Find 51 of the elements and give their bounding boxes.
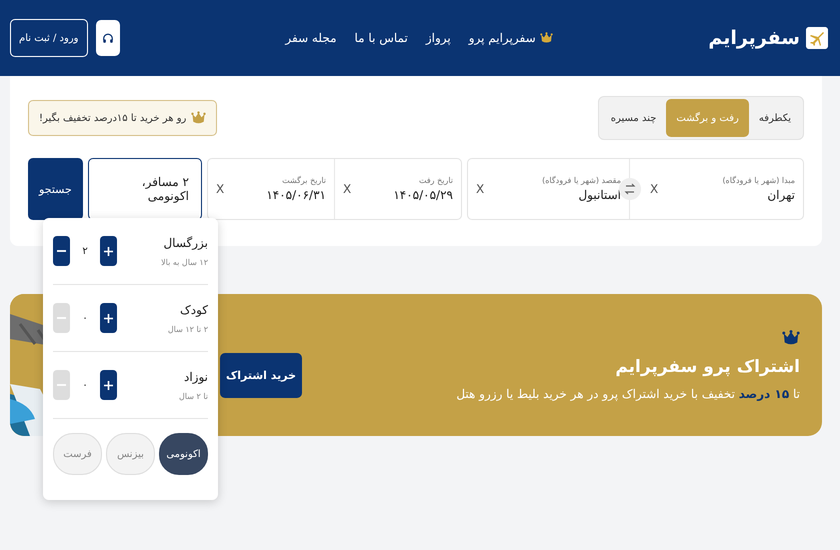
crown-icon [540, 32, 553, 44]
minus-button[interactable] [53, 236, 70, 266]
clear-button[interactable]: X [216, 182, 224, 196]
support-button[interactable] [96, 20, 120, 56]
field-label: تاریخ رفت [418, 176, 453, 185]
search-button[interactable]: جستجو [28, 158, 83, 220]
plus-button[interactable] [100, 303, 117, 333]
plus-icon [104, 380, 113, 390]
discount-text: رو هر خرید تا ۱۵درصد تخفیف بگیر! [39, 112, 186, 124]
plus-button[interactable] [100, 236, 117, 266]
plus-icon [104, 314, 113, 322]
trip-type-tab[interactable]: چند مسیره [600, 99, 666, 137]
minus-icon [57, 250, 66, 252]
origin-field[interactable]: تهران [722, 188, 795, 202]
nav-link[interactable]: سفرپرایم پرو [468, 31, 553, 45]
crown-icon [782, 329, 800, 347]
cabin-class-option[interactable]: اکونومی [159, 433, 208, 475]
clear-button[interactable]: X [476, 182, 484, 196]
destination-field[interactable]: استانبول [542, 188, 621, 202]
minus-icon [57, 384, 66, 386]
minus-icon [57, 317, 66, 319]
banner-text: تا ۱۵ درصد تخفیف با خرید اشتراک پرو در هر خرید بلیط یا رزرو هتل [456, 387, 800, 401]
passenger-count: ۰ [81, 312, 89, 324]
crown-icon [191, 111, 206, 125]
clear-button[interactable]: X [650, 182, 658, 196]
field-label: مبدا (شهر یا فرودگاه) [722, 176, 795, 185]
date-field[interactable]: ۱۴۰۵/۰۵/۲۹ [393, 188, 453, 202]
passenger-count: ۲ [81, 246, 89, 256]
plus-button[interactable] [100, 370, 117, 400]
plus-icon [104, 246, 113, 256]
passenger-type: نوزاد [182, 370, 208, 384]
headset-icon [102, 32, 114, 44]
buy-subscription-button[interactable]: خرید اشتراک [220, 352, 302, 398]
field-label: تاریخ برگشت [281, 176, 326, 185]
field-label: مقصد (شهر یا فرودگاه) [542, 176, 621, 185]
age-range: ۲ تا ۱۲ سال [168, 324, 208, 334]
banner-title: اشتراک پرو سفرپرایم [615, 357, 800, 377]
clear-button[interactable]: X [343, 182, 352, 196]
passenger-type: بزرگسال [162, 236, 208, 250]
airplane-icon [806, 27, 828, 49]
passenger-count: ۰ [81, 380, 89, 390]
logo-text[interactable]: سفرپرایم [708, 27, 800, 49]
login-button[interactable]: ورود / ثبت نام [10, 19, 88, 57]
trip-type-tab[interactable]: یکطرفه [748, 99, 801, 137]
nav-link[interactable]: مجله سفر [285, 31, 337, 45]
age-range: تا ۲ سال [178, 392, 208, 400]
nav-link[interactable]: پرواز [426, 31, 451, 45]
nav-link[interactable]: تماس با ما [354, 31, 408, 45]
date-field[interactable]: ۱۴۰۵/۰۶/۳۱ [266, 188, 326, 202]
passenger-type: کودک [179, 302, 208, 316]
age-range: ۱۲ سال به بالا [161, 258, 208, 266]
